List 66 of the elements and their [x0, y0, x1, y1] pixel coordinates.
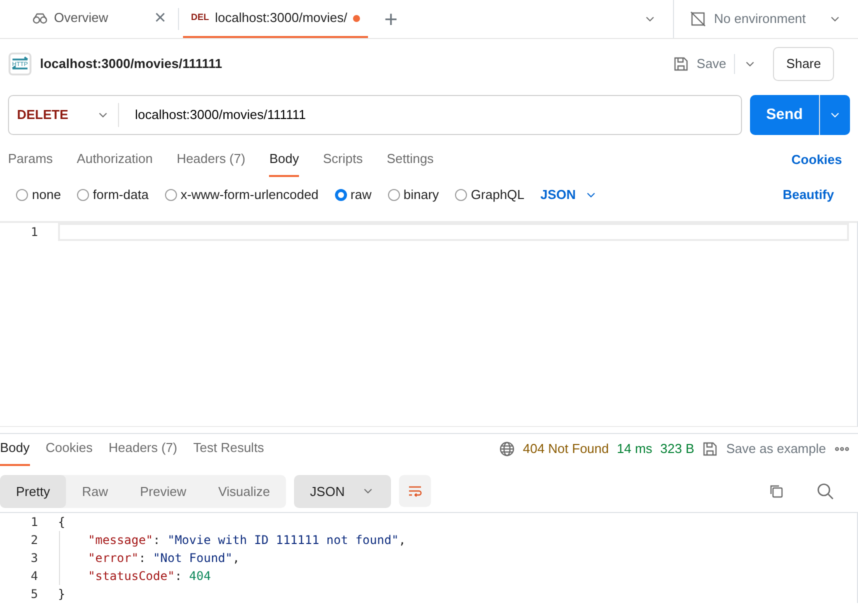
new-tab-button[interactable]: +	[384, 2, 398, 36]
globe-icon	[498, 441, 515, 457]
environment-selector[interactable]: No environment	[673, 0, 858, 38]
body-type-option[interactable]: raw	[334, 184, 372, 204]
body-type-option[interactable]: binary	[388, 184, 439, 204]
line-number: 4	[30, 568, 38, 585]
response-tab[interactable]: Headers (7)	[108, 432, 178, 466]
code-line: "statusCode": 404	[88, 568, 212, 585]
response-tab[interactable]: Test Results	[193, 432, 264, 466]
view-mode-tab[interactable]: Visualize	[202, 474, 286, 508]
radio-button[interactable]	[334, 188, 347, 200]
request-section-tab[interactable]: Headers (7)	[176, 143, 246, 176]
body-type-option[interactable]: GraphQL	[454, 184, 524, 204]
code-line: "error": "Not Found",	[88, 550, 241, 567]
radio-button[interactable]	[454, 188, 467, 200]
response-format-select[interactable]: JSON	[294, 474, 391, 508]
line-number: 5	[30, 586, 38, 603]
code-line: {	[58, 514, 66, 531]
code-editor[interactable]: 1	[0, 220, 858, 426]
code-line: "message": "Movie with ID 111111 not found",	[88, 532, 407, 549]
wrap-lines-button[interactable]	[398, 475, 431, 508]
cookies-link[interactable]: Cookies	[791, 150, 842, 170]
line-number: 2	[30, 532, 38, 549]
request-name: localhost:3000/movies/111111	[40, 55, 224, 74]
response-time: 14 ms	[616, 440, 652, 458]
view-mode-tab[interactable]: Preview	[124, 474, 202, 508]
radio-button[interactable]	[76, 188, 89, 200]
response-tab[interactable]: Cookies	[46, 432, 93, 466]
body-type-option[interactable]: none	[16, 184, 61, 204]
save-example-button[interactable]: Save as example	[702, 439, 826, 459]
line-number: 1	[30, 514, 38, 531]
response-size: 323 B	[660, 440, 694, 458]
save-icon	[672, 56, 689, 72]
send-button[interactable]: Send	[750, 95, 850, 135]
request-section-tab[interactable]: Body	[269, 143, 299, 176]
request-tab[interactable]: DEL localhost:3000/movies/	[183, 0, 368, 38]
status-text: 404 Not Found	[522, 440, 609, 458]
line-number: 1	[30, 224, 38, 240]
request-tab[interactable]: Overview ×	[24, 0, 174, 38]
copy-icon[interactable]	[768, 483, 784, 500]
radio-button[interactable]	[16, 188, 28, 200]
code-line: }	[58, 586, 66, 603]
body-type-option[interactable]: form-data	[76, 184, 149, 204]
method-label: DEL	[191, 11, 209, 24]
request-section-tab[interactable]: Settings	[386, 143, 434, 176]
save-button[interactable]: Save	[672, 54, 736, 74]
request-section-tab[interactable]: Authorization	[76, 143, 153, 176]
share-button[interactable]: Share	[773, 47, 834, 81]
no-environment-icon	[690, 11, 706, 27]
view-mode-tab[interactable]: Pretty	[0, 474, 66, 508]
tab-label: Overview	[54, 9, 110, 28]
beautify-link[interactable]: Beautify	[782, 184, 834, 204]
radio-button[interactable]	[164, 188, 177, 200]
save-icon	[702, 441, 718, 457]
response-tab[interactable]: Body	[0, 432, 30, 466]
request-url-bar[interactable]: DELETE localhost:3000/movies/111111	[8, 95, 742, 135]
request-section-tab[interactable]: Scripts	[322, 143, 363, 176]
radio-button[interactable]	[388, 188, 400, 200]
format-select[interactable]: JSON	[540, 184, 598, 204]
view-mode-tab[interactable]: Raw	[66, 474, 124, 508]
line-number: 3	[30, 550, 38, 567]
request-section-tab[interactable]: Params	[8, 143, 53, 176]
tab-label: localhost:3000/movies/	[215, 9, 348, 28]
search-icon[interactable]	[816, 482, 834, 500]
close-icon[interactable]: ×	[154, 3, 166, 33]
body-type-option[interactable]: x-www-form-urlencoded	[164, 184, 319, 204]
